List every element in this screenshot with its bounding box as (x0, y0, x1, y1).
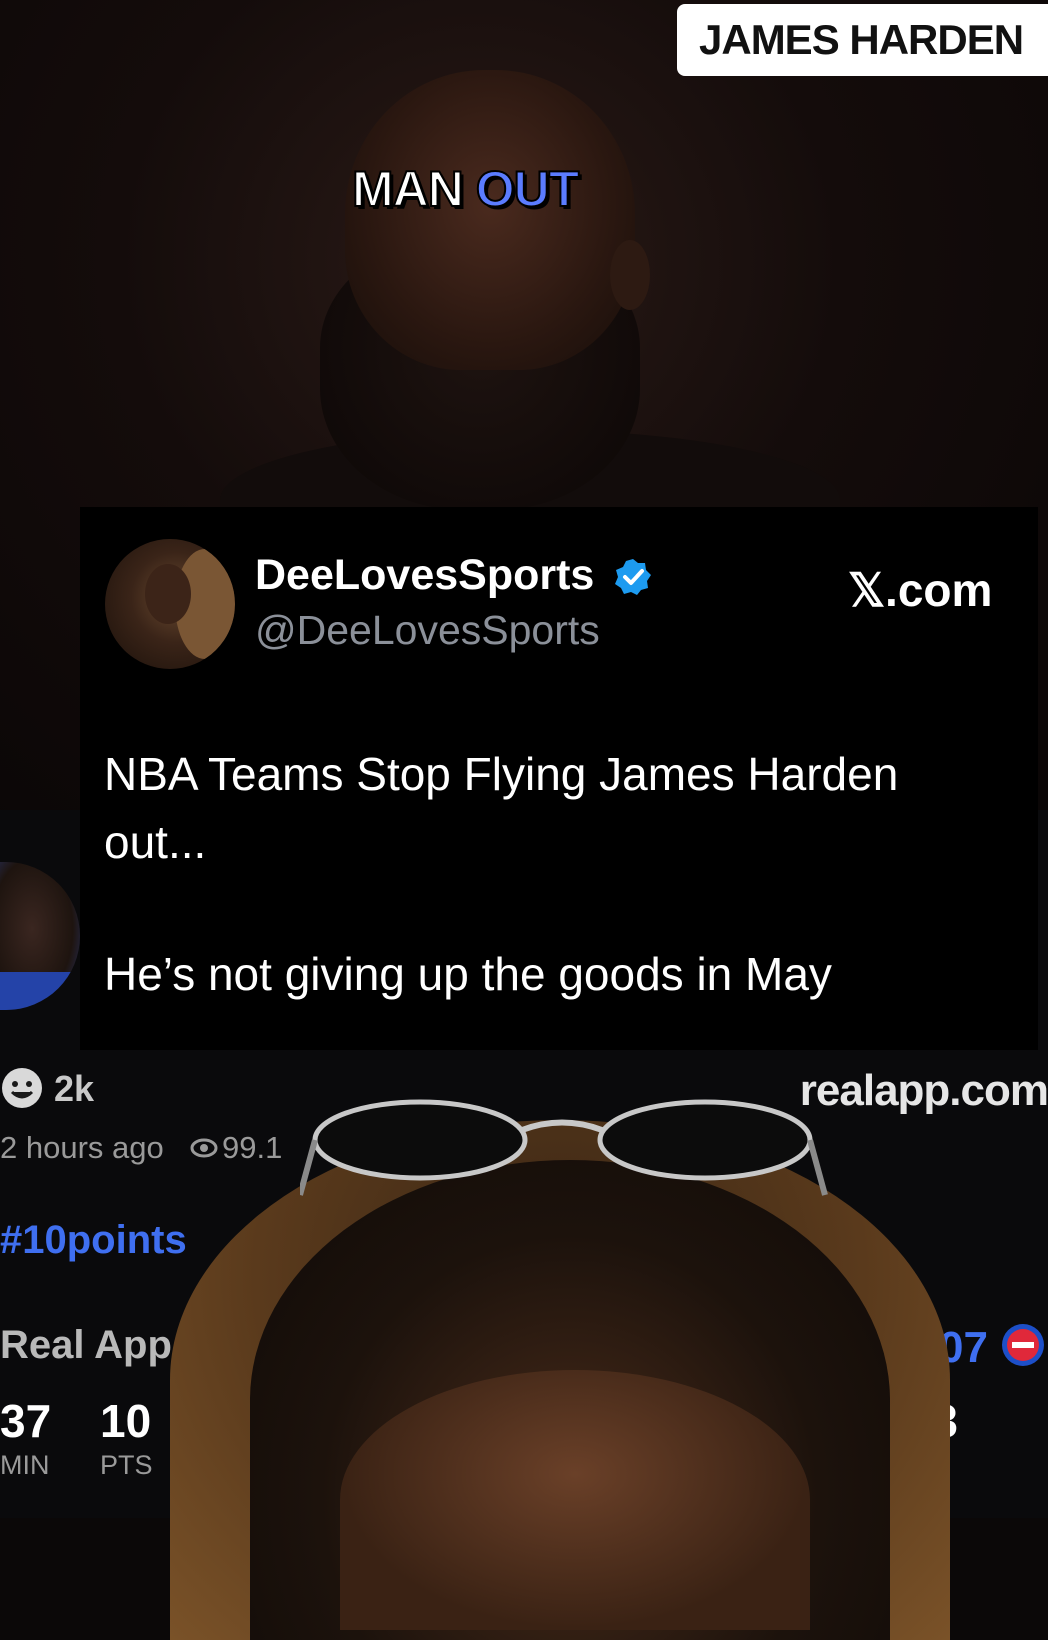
name-tag: JAMES HARDEN (677, 4, 1048, 76)
reaction-count: 2k (54, 1068, 95, 1109)
caption-word-2: OUT (475, 160, 581, 218)
views-count: 99.1 (222, 1130, 283, 1165)
woman-forehead (340, 1370, 810, 1630)
smiley-icon[interactable] (0, 1066, 44, 1110)
tweet-card[interactable]: DeeLovesSports @DeeLovesSports 𝕏.com NBA… (80, 507, 1038, 1050)
player-jersey (0, 972, 80, 1010)
man-ear (610, 240, 650, 310)
app-name: Real App · (0, 1323, 197, 1367)
tweet-author-avatar[interactable] (105, 539, 235, 669)
watermark: realapp.com (799, 1066, 1048, 1115)
man-head (345, 70, 635, 370)
tweet-text-line-1: NBA Teams Stop Flying James Harden (104, 748, 899, 800)
caption: MAN OUT (351, 160, 581, 218)
stat-pts-value: 10 (100, 1395, 152, 1447)
stat-min-value: 37 (0, 1395, 52, 1447)
verified-badge-icon (615, 559, 651, 595)
eye-icon (190, 1138, 218, 1158)
stat-pts-label: PTS (100, 1450, 153, 1480)
tweet-text-line-2: out... (104, 816, 207, 868)
post-timestamp: 2 hours ago (0, 1130, 164, 1165)
caption-word-1: MAN (351, 160, 465, 218)
avatar-face (145, 564, 191, 624)
tweet-source: 𝕏.com (848, 564, 993, 616)
hashtag-link[interactable]: #10points (0, 1218, 187, 1263)
tweet-handle[interactable]: @DeeLovesSports (255, 607, 600, 654)
sunglasses (300, 1099, 828, 1196)
tweet-text-line-3: He’s not giving up the goods in May (104, 948, 832, 1000)
stat-min-label: MIN (0, 1450, 50, 1480)
tweet-display-name[interactable]: DeeLovesSports (255, 551, 594, 600)
team-logo-icon (1002, 1324, 1044, 1366)
